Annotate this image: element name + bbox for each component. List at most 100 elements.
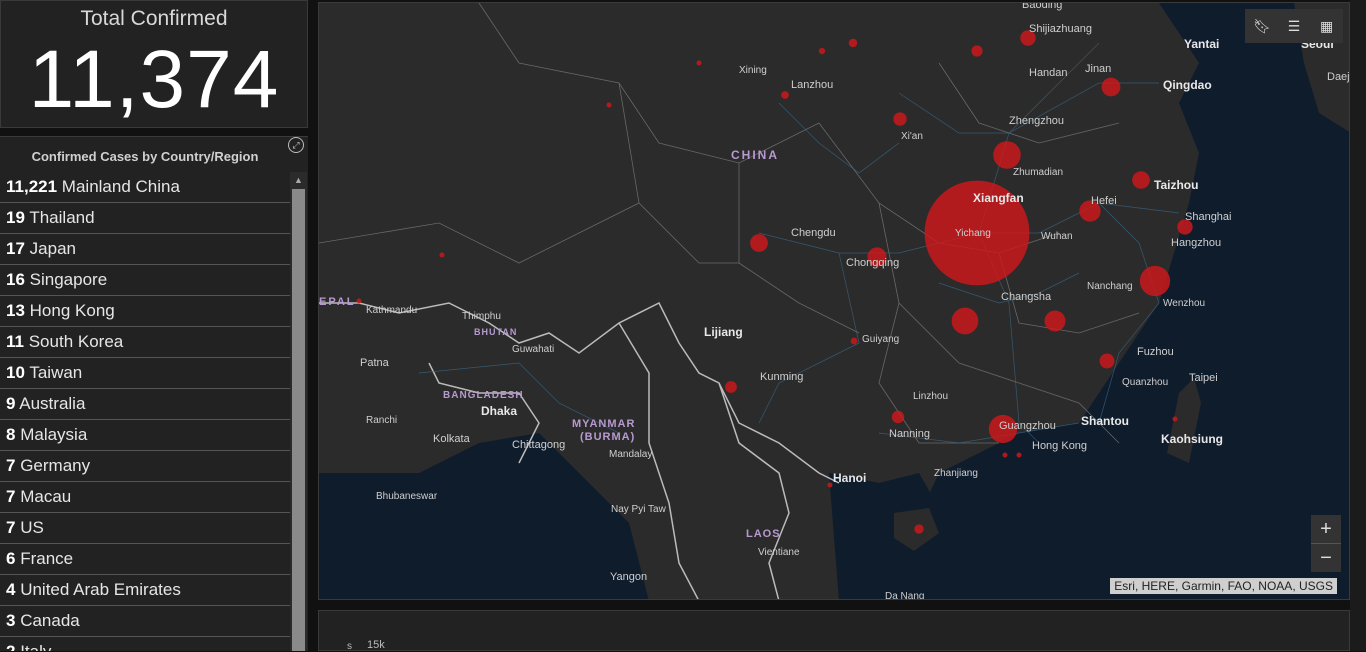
case-marker-henan[interactable]: [993, 141, 1021, 169]
legend-list-icon[interactable]: ☰: [1286, 18, 1302, 34]
case-marker-shaanxi[interactable]: [893, 112, 907, 126]
case-marker-nepal[interactable]: [356, 298, 362, 304]
country-list-item[interactable]: 13 Hong Kong: [0, 296, 290, 327]
label-myanmar: MYANMAR: [572, 418, 636, 430]
case-marker-zhejiang[interactable]: [1139, 265, 1171, 297]
label-patna: Patna: [360, 357, 389, 369]
country-name: Canada: [20, 611, 80, 630]
label-yangon: Yangon: [610, 571, 648, 583]
country-list-scrollbar[interactable]: ▲: [290, 172, 307, 651]
country-name: Singapore: [29, 270, 108, 289]
country-list-item[interactable]: 16 Singapore: [0, 265, 290, 296]
case-marker-vietnam[interactable]: [827, 482, 833, 488]
scroll-thumb[interactable]: [292, 189, 305, 651]
scroll-up-arrow-icon[interactable]: ▲: [290, 172, 307, 188]
total-confirmed-panel: Total Confirmed 11,374: [0, 0, 308, 128]
country-name: South Korea: [28, 332, 124, 351]
label-danang: Da Nang: [885, 591, 925, 600]
label-guangzhou: Guangzhou: [999, 420, 1056, 432]
map-view[interactable]: Baoding Shijiazhuang Yantai Seoul Daeje …: [318, 2, 1350, 600]
country-list-item[interactable]: 7 Macau: [0, 482, 290, 513]
china-southwest-border: [319, 301, 840, 484]
country-case-count: 7: [6, 456, 16, 475]
country-list-item[interactable]: 11,221 Mainland China: [0, 172, 290, 203]
label-laos: LAOS: [746, 528, 781, 540]
label-xiangfan: Xiangfan: [973, 191, 1024, 205]
zoom-control: + −: [1311, 515, 1341, 572]
label-taizhou: Taizhou: [1154, 178, 1199, 192]
country-case-count: 8: [6, 425, 16, 444]
case-marker-shandong[interactable]: [1101, 77, 1121, 97]
case-marker-yunnan[interactable]: [725, 381, 737, 393]
case-marker-sichuan[interactable]: [750, 234, 768, 252]
country-list-item[interactable]: 10 Taiwan: [0, 358, 290, 389]
case-marker-guizhou[interactable]: [850, 337, 858, 345]
case-marker-jiangsu[interactable]: [1132, 171, 1150, 189]
country-name: France: [20, 549, 74, 568]
case-marker-taiwan[interactable]: [1172, 416, 1178, 422]
country-name: United Arab Emirates: [20, 580, 181, 599]
country-name: Taiwan: [29, 363, 83, 382]
case-marker-tibet[interactable]: [439, 252, 445, 258]
case-marker-jiangxi[interactable]: [1044, 310, 1066, 332]
case-marker-shanxi[interactable]: [848, 38, 858, 48]
label-hefei: Hefei: [1091, 195, 1117, 207]
case-marker-xinjiang[interactable]: [606, 102, 612, 108]
expand-panel-icon[interactable]: ⤢: [288, 137, 304, 153]
label-wenzhou: Wenzhou: [1163, 298, 1206, 309]
case-marker-fujian[interactable]: [1099, 353, 1115, 369]
case-marker-hunan[interactable]: [951, 307, 979, 335]
total-confirmed-value: 11,374: [28, 34, 280, 125]
country-list-item[interactable]: 3 Canada: [0, 606, 290, 637]
country-list-item[interactable]: 19 Thailand: [0, 203, 290, 234]
country-list-item[interactable]: 17 Japan: [0, 234, 290, 265]
label-kolkata: Kolkata: [433, 433, 470, 445]
label-zhengzhou: Zhengzhou: [1009, 115, 1065, 127]
label-zhumadian: Zhumadian: [1013, 167, 1064, 178]
case-marker-qinghai[interactable]: [696, 60, 702, 66]
label-chengdu: Chengdu: [791, 227, 836, 239]
country-name: Mainland China: [61, 177, 180, 196]
country-case-count: 19: [6, 208, 25, 227]
label-dhaka: Dhaka: [481, 404, 518, 418]
label-daejeon: Daeje: [1327, 71, 1350, 83]
label-yichang: Yichang: [955, 228, 991, 239]
country-list-item[interactable]: 6 France: [0, 544, 290, 575]
country-case-count: 7: [6, 487, 16, 506]
chart-panel: s 15k: [318, 610, 1350, 652]
case-marker-ningxia[interactable]: [818, 47, 826, 55]
case-marker-macau[interactable]: [1002, 452, 1008, 458]
zoom-out-button[interactable]: −: [1311, 543, 1341, 572]
label-changsha: Changsha: [1001, 291, 1052, 303]
country-list-item[interactable]: 2 Italy: [0, 637, 290, 651]
case-marker-hainan[interactable]: [914, 524, 924, 534]
country-list-item[interactable]: 7 Germany: [0, 451, 290, 482]
label-guwahati: Guwahati: [512, 344, 555, 355]
label-shanghai: Shanghai: [1185, 211, 1232, 223]
country-list-item[interactable]: 8 Malaysia: [0, 420, 290, 451]
country-case-count: 17: [6, 239, 25, 258]
country-list-item[interactable]: 4 United Arab Emirates: [0, 575, 290, 606]
label-shijiazhuang: Shijiazhuang: [1029, 23, 1092, 35]
chart-y-axis-label: s: [347, 641, 352, 652]
country-list-item[interactable]: 9 Australia: [0, 389, 290, 420]
country-case-count: 2: [6, 642, 15, 651]
label-baoding: Baoding: [1022, 2, 1063, 11]
basemap-gallery-icon[interactable]: ▦: [1319, 18, 1335, 34]
country-case-count: 4: [6, 580, 16, 599]
label-bhubaneswar: Bhubaneswar: [376, 491, 438, 502]
case-marker-hong-kong[interactable]: [1016, 452, 1022, 458]
label-wuhan: Wuhan: [1041, 231, 1073, 242]
label-chittagong: Chittagong: [512, 439, 566, 451]
label-hanoi: Hanoi: [833, 471, 867, 485]
label-taipei: Taipei: [1189, 372, 1218, 384]
case-marker-gansu[interactable]: [781, 91, 789, 99]
country-list-item[interactable]: 7 US: [0, 513, 290, 544]
case-marker-hebei[interactable]: [971, 45, 983, 57]
zoom-in-button[interactable]: +: [1311, 515, 1341, 543]
country-list-item[interactable]: 11 South Korea: [0, 327, 290, 358]
case-marker-guangxi[interactable]: [891, 410, 905, 424]
label-handan: Handan: [1029, 67, 1068, 79]
map-toolbar: 🔖︎ ☰ ▦: [1245, 9, 1343, 43]
bookmark-icon[interactable]: 🔖︎: [1253, 18, 1271, 34]
